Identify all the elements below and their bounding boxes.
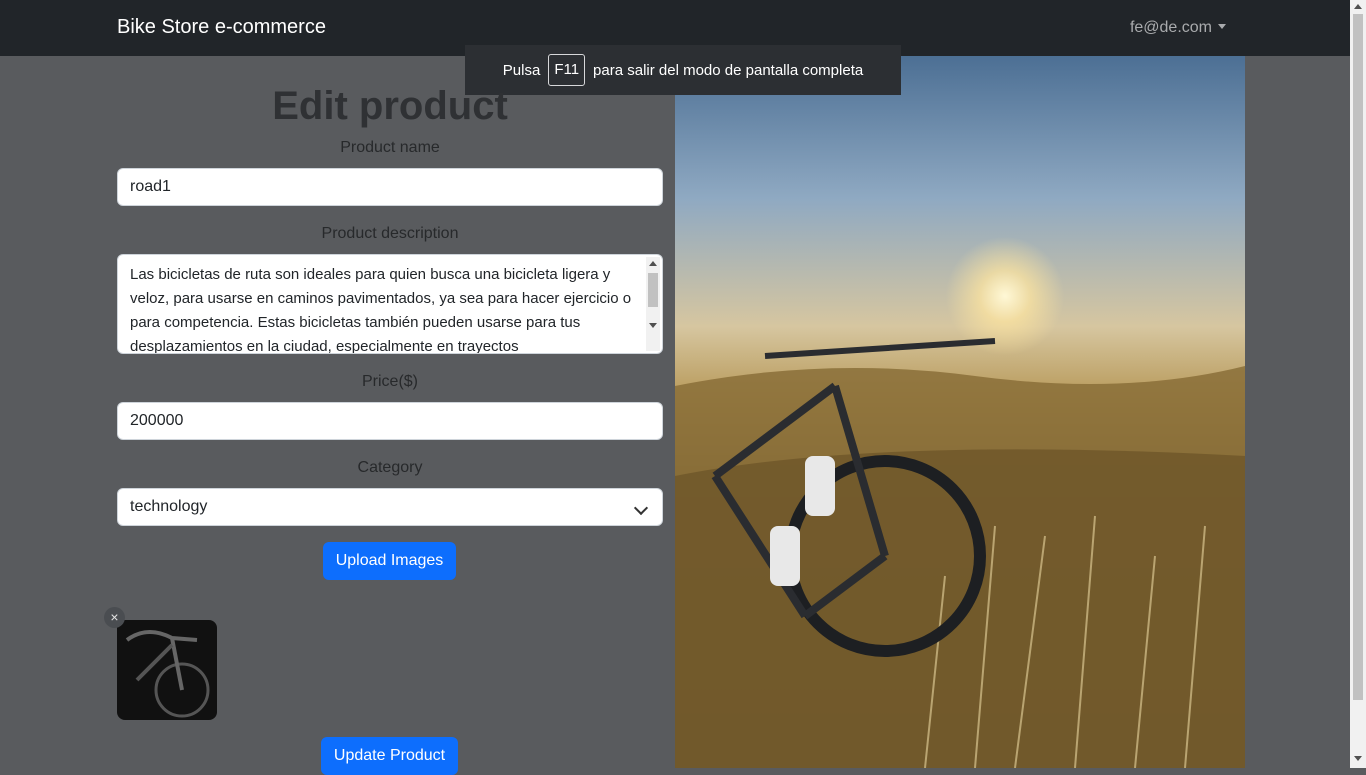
toast-suffix: para salir del modo de pantalla completa [593, 61, 864, 79]
category-label: Category [357, 459, 423, 476]
f11-key: F11 [548, 54, 586, 86]
remove-image-button[interactable]: × [104, 607, 125, 628]
caret-down-icon [1218, 24, 1226, 29]
product-name-input[interactable]: road1 [117, 168, 663, 206]
textarea-scrollbar[interactable] [646, 257, 660, 351]
textarea-scroll-thumb[interactable] [648, 273, 658, 307]
category-select[interactable]: technology [117, 488, 663, 526]
brand-link[interactable]: Bike Store e-commerce [117, 16, 326, 39]
bike-thumbnail-illustration [125, 630, 210, 718]
price-label: Price($) [361, 373, 418, 390]
bike-landscape-illustration [675, 338, 1245, 768]
page-scroll-up-icon[interactable] [1354, 4, 1362, 9]
update-product-button[interactable]: Update Product [321, 737, 458, 775]
page-title: Edit product [272, 84, 508, 128]
toast-prefix: Pulsa [502, 61, 541, 79]
upload-images-button[interactable]: Upload Images [323, 542, 456, 580]
hero-bike-image [675, 56, 1245, 768]
product-name-label: Product name [340, 139, 440, 156]
uploaded-image-thumbnail [117, 620, 217, 720]
chevron-down-icon [633, 500, 649, 516]
user-email: fe@de.com [1129, 19, 1212, 36]
page-scroll-thumb[interactable] [1353, 14, 1363, 700]
scroll-down-arrow-icon[interactable] [649, 323, 657, 328]
product-description-textarea[interactable]: Las bicicletas de ruta son ideales para … [117, 254, 663, 354]
user-menu-toggle[interactable]: fe@de.com [1130, 19, 1226, 37]
description-text: Las bicicletas de ruta son ideales para … [130, 266, 632, 354]
page-scroll-down-icon[interactable] [1354, 756, 1362, 761]
page-scrollbar[interactable] [1350, 0, 1366, 768]
scroll-up-arrow-icon[interactable] [649, 261, 657, 266]
product-description-label: Product description [321, 225, 459, 242]
price-input[interactable]: 200000 [117, 402, 663, 440]
category-selected-value: technology [130, 498, 208, 515]
